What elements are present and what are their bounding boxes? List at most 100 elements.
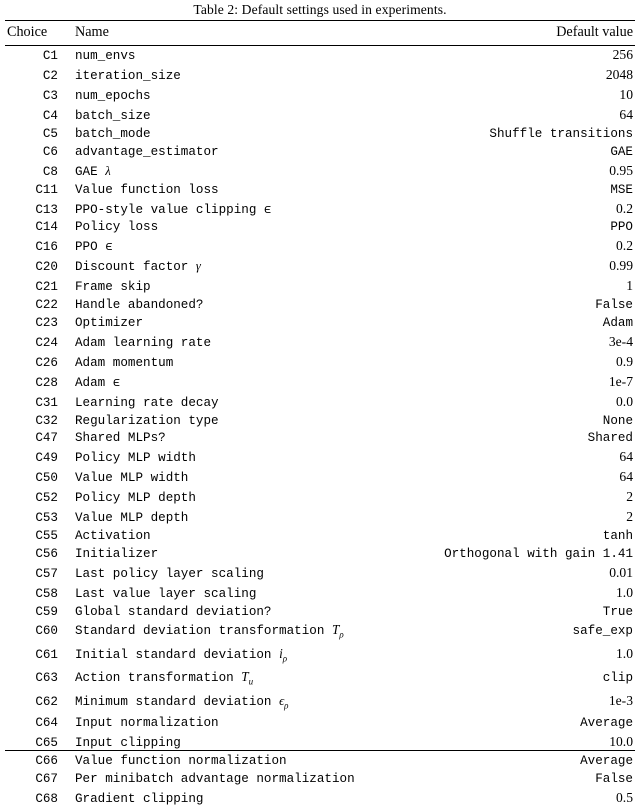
cell-name: iteration_size — [75, 69, 181, 84]
table-row: C6 advantage_estimator GAE — [5, 144, 635, 162]
cell-name: batch_size — [75, 109, 151, 124]
cell-choice: C57 — [35, 566, 58, 581]
cell-name: batch_mode — [75, 126, 151, 141]
cell-choice: C56 — [35, 546, 58, 561]
cell-name: PPO ϵ — [75, 240, 113, 255]
cell-choice: C24 — [35, 335, 58, 350]
table-row: C4 batch_size 64 — [5, 106, 635, 126]
cell-default-value: None — [602, 413, 633, 428]
cell-name: Initializer — [75, 546, 159, 561]
math-symbol: T — [241, 669, 249, 685]
table-row: C1 num_envs 256 — [5, 46, 635, 66]
cell-name: Global standard deviation? — [75, 604, 272, 619]
table-row: C22 Handle abandoned? False — [5, 297, 635, 315]
table-row: C2 iteration_size 2048 — [5, 66, 635, 86]
column-header-choice: Choice — [7, 24, 48, 41]
cell-choice: C13 — [35, 202, 58, 217]
cell-choice: C52 — [35, 491, 58, 506]
table-row: C50 Value MLP width 64 — [5, 468, 635, 488]
cell-default-value: 0.2 — [616, 238, 633, 254]
table-row: C14 Policy loss PPO — [5, 219, 635, 237]
table-row: C20 Discount factor γ 0.99 — [5, 257, 635, 277]
table-row: C56 Initializer Orthogonal with gain 1.41 — [5, 546, 635, 564]
cell-name: Initial standard deviation iρ — [75, 645, 288, 664]
cell-default-value: Shuffle transitions — [489, 126, 633, 141]
table-row: C16 PPO ϵ 0.2 — [5, 237, 635, 257]
settings-table: Choice Name Default value C1 num_envs 256 C… — [5, 20, 635, 809]
cell-choice: C60 — [35, 624, 58, 639]
cell-name: Optimizer — [75, 315, 144, 330]
table-row: C31 Learning rate decay 0.0 — [5, 393, 635, 413]
cell-choice: C1 — [42, 49, 58, 64]
cell-choice: C22 — [35, 298, 58, 313]
cell-name: Discount factor γ — [75, 259, 201, 275]
cell-default-value: 64 — [619, 107, 633, 123]
cell-choice: C68 — [35, 791, 58, 806]
table-row: C67 Per minibatch advantage normalization… — [5, 771, 635, 789]
table-row: C11 Value function loss MSE — [5, 182, 635, 200]
table-row: C13 PPO-style value clipping ϵ 0.2 — [5, 200, 635, 220]
table-row: C8 GAE λ 0.95 — [5, 162, 635, 182]
cell-default-value: Average — [580, 753, 633, 768]
cell-choice: C2 — [42, 69, 58, 84]
cell-default-value: Adam — [602, 315, 633, 330]
cell-default-value: 1.0 — [616, 584, 633, 600]
cell-default-value: False — [595, 298, 633, 313]
table-row: C28 Adam ϵ 1e-7 — [5, 373, 635, 393]
cell-name: Action transformation Tu — [75, 669, 254, 687]
cell-name: Policy MLP width — [75, 451, 196, 466]
math-subscript: ρ — [284, 700, 289, 711]
math-subscript: ρ — [339, 630, 344, 640]
cell-default-value: Shared — [587, 431, 633, 446]
cell-name: Adam learning rate — [75, 335, 212, 350]
cell-default-value: 0.0 — [616, 393, 633, 409]
table-row: C32 Regularization type None — [5, 413, 635, 431]
cell-choice: C26 — [35, 355, 58, 370]
cell-default-value: 2048 — [605, 67, 633, 83]
cell-name: Value MLP width — [75, 471, 189, 486]
cell-default-value: 1e-7 — [608, 373, 633, 389]
column-header-default-value: Default value — [556, 24, 633, 41]
table-row: C5 batch_mode Shuffle transitions — [5, 126, 635, 144]
cell-default-value: 2 — [626, 509, 633, 525]
cell-default-value: 256 — [612, 47, 633, 63]
cell-name: Standard deviation transformation Tρ — [75, 622, 344, 640]
cell-choice: C58 — [35, 586, 58, 601]
cell-name: Last policy layer scaling — [75, 566, 264, 581]
table-row: C52 Policy MLP depth 2 — [5, 488, 635, 508]
cell-name: Regularization type — [75, 413, 219, 428]
cell-choice: C23 — [35, 315, 58, 330]
cell-name: Input normalization — [75, 716, 219, 731]
cell-choice: C32 — [35, 413, 58, 428]
cell-name: Policy MLP depth — [75, 491, 196, 506]
cell-name: Per minibatch advantage normalization — [75, 771, 355, 786]
cell-default-value: True — [602, 604, 633, 619]
cell-name: Gradient clipping — [75, 791, 204, 806]
cell-name: Shared MLPs? — [75, 431, 166, 446]
cell-default-value: clip — [602, 671, 633, 686]
table-row: C24 Adam learning rate 3e-4 — [5, 333, 635, 353]
cell-choice: C49 — [35, 451, 58, 466]
column-header-name: Name — [75, 24, 109, 41]
table-row: C61 Initial standard deviation iρ 1.0 — [5, 645, 635, 668]
cell-choice: C53 — [35, 511, 58, 526]
cell-choice: C3 — [42, 89, 58, 104]
cell-default-value: 0.95 — [609, 162, 633, 178]
cell-name: Value function loss — [75, 182, 219, 197]
table-page: Table 2: Default settings used in experi… — [0, 0, 640, 806]
cell-name: Policy loss — [75, 220, 159, 235]
table-row: C66 Value function normalization Average — [5, 753, 635, 771]
cell-default-value: safe_exp — [572, 624, 633, 639]
cell-name: Frame skip — [75, 280, 151, 295]
cell-choice: C4 — [42, 109, 58, 124]
table-row: C55 Activation tanh — [5, 528, 635, 546]
cell-default-value: 2 — [626, 489, 633, 505]
cell-choice: C5 — [42, 126, 58, 141]
cell-choice: C6 — [42, 144, 58, 159]
cell-default-value: 3e-4 — [608, 333, 633, 349]
cell-name: Learning rate decay — [75, 395, 219, 410]
cell-default-value: 0.9 — [616, 353, 633, 369]
cell-default-value: PPO — [610, 220, 633, 235]
cell-name: Value function normalization — [75, 753, 287, 768]
cell-default-value: 64 — [619, 469, 633, 485]
